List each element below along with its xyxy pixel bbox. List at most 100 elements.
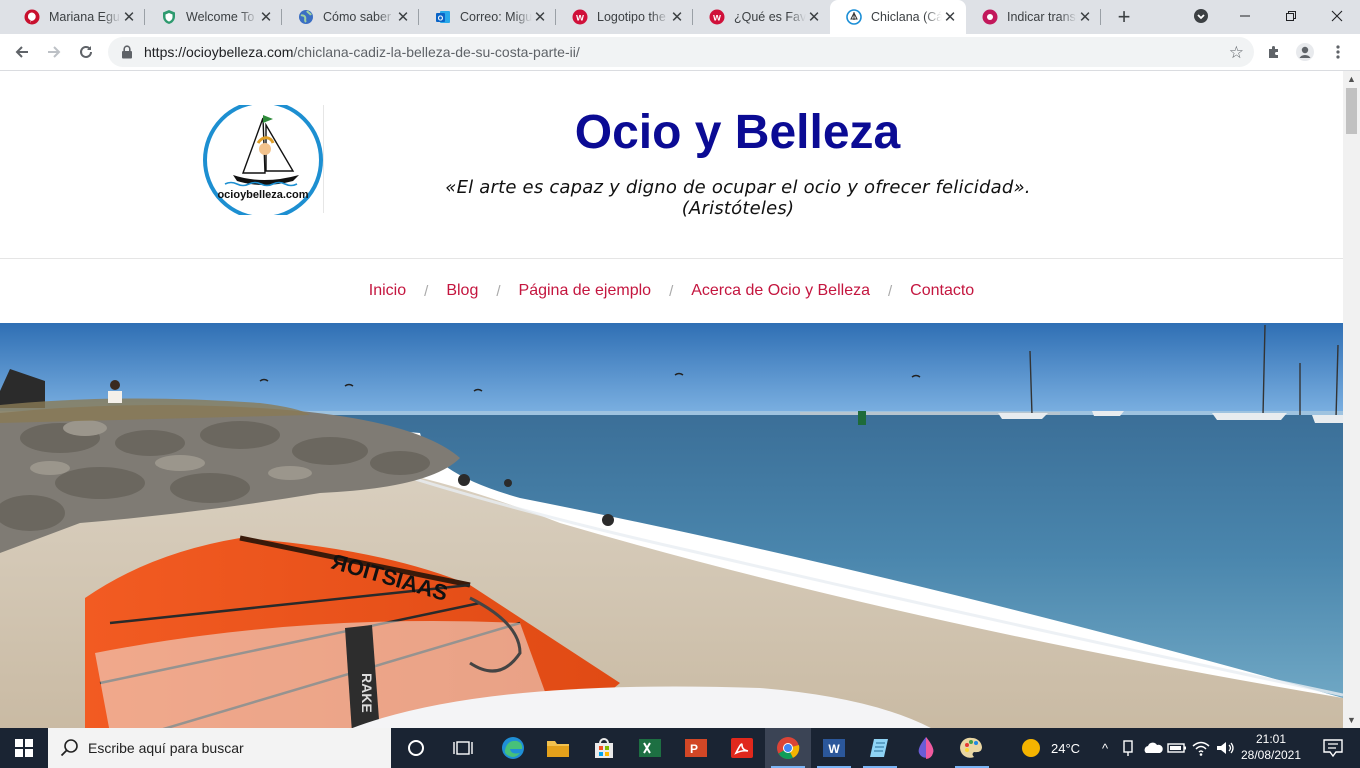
weather-widget[interactable]: 24°C [1020, 728, 1080, 768]
battery-icon[interactable] [1166, 738, 1188, 758]
action-center-button[interactable] [1313, 728, 1353, 768]
profile-button[interactable] [1291, 38, 1319, 66]
onedrive-cloud-icon[interactable] [1142, 738, 1164, 758]
back-button[interactable] [8, 38, 36, 66]
excel-icon [639, 739, 661, 757]
reload-icon [80, 45, 92, 58]
acrobat-taskbar-button[interactable] [719, 728, 765, 768]
site-logo-icon [846, 9, 862, 25]
weather-temperature: 24°C [1051, 740, 1081, 756]
word-taskbar-button[interactable]: W [811, 728, 857, 768]
site-description: «El arte es capaz y digno de ocupar el o… [445, 177, 1031, 219]
powerpoint-taskbar-button[interactable]: P [673, 728, 719, 768]
taskbar-search[interactable]: Escribe aquí para buscar [48, 728, 391, 768]
store-taskbar-button[interactable] [581, 728, 627, 768]
header-divider [0, 258, 1343, 259]
taskbar-clock[interactable]: 21:01 28/08/2021 [1236, 731, 1306, 763]
notepad-icon [870, 739, 888, 757]
app-icon [982, 9, 998, 25]
close-icon[interactable]: ✕ [806, 9, 822, 26]
chrome-taskbar-button[interactable] [765, 728, 811, 768]
tab-strip: Mariana Egua ✕ Welcome To S ✕ Cómo saber… [0, 0, 1360, 34]
logo-divider [323, 105, 324, 213]
notification-icon [1323, 739, 1343, 757]
menu-button[interactable] [1324, 38, 1352, 66]
wifi-icon[interactable] [1190, 738, 1212, 758]
address-bar[interactable]: https://ocioybelleza.com/chiclana-cadiz-… [108, 37, 1254, 67]
close-icon[interactable]: ✕ [942, 9, 958, 26]
tab-4[interactable]: w Logotipo the ✕ [556, 0, 693, 34]
board-brand-text: RAKE [359, 673, 375, 713]
powerpoint-icon: P [685, 739, 707, 757]
nav-separator: / [496, 282, 501, 300]
new-tab-button[interactable]: + [1112, 4, 1136, 29]
close-icon[interactable]: ✕ [669, 9, 685, 26]
paint3d-taskbar-button[interactable] [903, 728, 949, 768]
task-view-button[interactable] [440, 728, 486, 768]
paint-taskbar-button[interactable] [949, 728, 995, 768]
tab-0[interactable]: Mariana Egua ✕ [8, 0, 145, 34]
task-view-icon [453, 741, 473, 755]
store-bag-icon [595, 738, 613, 758]
svg-text:w: w [712, 13, 721, 24]
minimize-button[interactable] [1222, 0, 1268, 32]
tab-1[interactable]: Welcome To S ✕ [145, 0, 282, 34]
acrobat-icon [731, 738, 753, 758]
scroll-up-icon[interactable]: ▲ [1347, 74, 1356, 84]
tab-title: Indicar transp [1007, 10, 1077, 24]
file-explorer-taskbar-button[interactable] [535, 728, 581, 768]
close-icon[interactable]: ✕ [258, 9, 274, 26]
vertical-scrollbar[interactable]: ▲ ▼ [1343, 71, 1360, 728]
minimize-icon [1240, 15, 1250, 17]
tab-6-active[interactable]: Chiclana (Cád ✕ [830, 0, 966, 34]
tab-3[interactable]: O Correo: Migu ✕ [419, 0, 556, 34]
close-icon[interactable]: ✕ [1077, 9, 1093, 26]
nav-contacto[interactable]: Contacto [910, 282, 974, 300]
tab-title: ¿Qué es Favic [734, 10, 806, 24]
tab-title: Chiclana (Cád [871, 10, 942, 24]
hero-image: ЯOITSIAAS RAKE [0, 323, 1343, 728]
main-navigation: Inicio / Blog / Página de ejemplo / Acer… [0, 279, 1343, 303]
usb-device-icon[interactable] [1118, 738, 1138, 758]
chevron-down-icon [1194, 9, 1208, 23]
site-title[interactable]: Ocio y Belleza [430, 105, 1045, 160]
wix-logo-icon: w [572, 9, 588, 25]
chrome-icon [777, 737, 800, 759]
excel-taskbar-button[interactable] [627, 728, 673, 768]
restore-button[interactable] [1268, 0, 1314, 32]
close-icon[interactable]: ✕ [395, 9, 411, 26]
close-icon[interactable]: ✕ [532, 9, 548, 26]
notepad-taskbar-button[interactable] [857, 728, 903, 768]
lock-icon[interactable] [120, 45, 134, 59]
nav-inicio[interactable]: Inicio [369, 282, 406, 300]
tab-title: Logotipo the [597, 10, 666, 24]
chevron-up-icon[interactable]: ^ [1096, 741, 1114, 756]
close-icon[interactable]: ✕ [121, 9, 137, 26]
start-button[interactable] [0, 728, 48, 768]
nav-pagina-de-ejemplo[interactable]: Página de ejemplo [519, 282, 652, 300]
tab-7[interactable]: Indicar transp ✕ [966, 0, 1101, 34]
speaker-icon[interactable] [1214, 738, 1236, 758]
nav-acerca-de[interactable]: Acerca de Ocio y Belleza [691, 282, 870, 300]
close-icon [1331, 10, 1343, 22]
close-window-button[interactable] [1314, 0, 1360, 32]
extensions-button[interactable] [1260, 38, 1288, 66]
scroll-down-icon[interactable]: ▼ [1347, 715, 1356, 725]
tab-title: Correo: Migu [460, 10, 532, 24]
cortana-button[interactable] [393, 728, 439, 768]
scroll-thumb[interactable] [1346, 88, 1357, 134]
url-text[interactable]: https://ocioybelleza.com/chiclana-cadiz-… [144, 44, 580, 60]
tab-search-button[interactable] [1178, 0, 1224, 32]
folder-icon [547, 741, 569, 757]
url-domain: https://ocioybelleza.com [144, 44, 294, 60]
edge-taskbar-button[interactable] [490, 728, 536, 768]
droplet-icon [918, 737, 934, 759]
tab-2[interactable]: Cómo saber e ✕ [282, 0, 419, 34]
browser-toolbar: https://ocioybelleza.com/chiclana-cadiz-… [0, 34, 1360, 71]
tab-title: Welcome To S [186, 10, 258, 24]
bookmark-star-icon[interactable]: ☆ [1229, 43, 1244, 63]
nav-blog[interactable]: Blog [446, 282, 478, 300]
tab-5[interactable]: w ¿Qué es Favic ✕ [693, 0, 830, 34]
forward-button[interactable] [40, 38, 68, 66]
reload-button[interactable] [72, 38, 100, 66]
